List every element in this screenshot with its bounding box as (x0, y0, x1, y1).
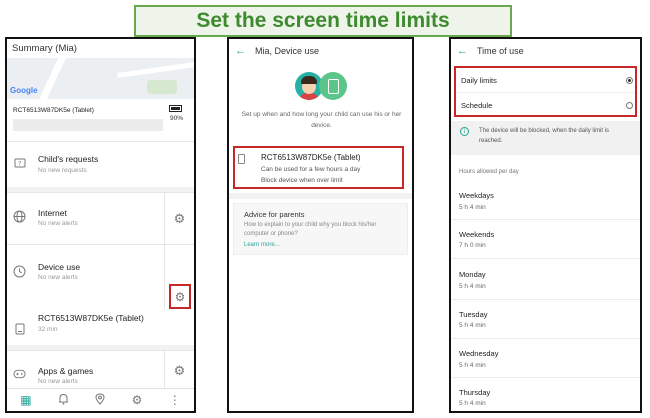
battery-percent: 90% (170, 115, 184, 122)
tablet-icon (238, 154, 245, 164)
device-use-screen: ← Mia, Device use Set up when and how lo… (227, 37, 414, 413)
list-item-childs-requests[interactable]: ? Child's requests No new requests (7, 141, 194, 175)
day-value: 5 h 4 min (459, 362, 486, 369)
gear-icon[interactable]: ⚙ (164, 193, 194, 245)
device-card-usage: Can be used for a few hours a day (261, 166, 361, 173)
bottom-navigation: ▦ ⚙ ⋮ (7, 388, 194, 411)
day-name[interactable]: Monday (459, 270, 486, 279)
advice-text: How to explain to your child why you blo… (244, 222, 377, 237)
page-title: Mia, Device use (255, 46, 320, 56)
svg-text:?: ? (18, 160, 21, 167)
tablet-icon (13, 322, 26, 335)
device-use-settings-gear-icon[interactable]: ⚙ (169, 284, 191, 309)
schedule-radio[interactable] (626, 102, 633, 109)
day-name[interactable]: Thursday (459, 388, 490, 397)
back-arrow-icon[interactable]: ← (457, 45, 469, 57)
device-card-block: Block device when over limit (261, 177, 343, 184)
day-name[interactable]: Weekdays (459, 191, 494, 200)
device-card-title: RCT6513W87DK5e (Tablet) (261, 153, 361, 162)
banner-title: Set the screen time limits (134, 5, 512, 37)
limit-type-options: Daily limits Schedule (454, 66, 637, 117)
location-pin-icon[interactable] (95, 392, 105, 408)
advice-title: Advice for parents (244, 210, 305, 219)
list-item-internet[interactable]: Internet No new alerts ⚙ (7, 192, 194, 245)
map-view[interactable]: Google (7, 58, 194, 99)
list-item-apps-games[interactable]: Apps & games No new alerts ⚙ (7, 350, 194, 391)
day-value: 5 h 4 min (459, 283, 486, 290)
device-use-description: Set up when and how long your child can … (241, 111, 402, 129)
list-item-device-use[interactable]: Device use No new alerts (7, 244, 194, 309)
info-banner: i The device will be blocked, when the d… (451, 121, 640, 155)
learn-more-link[interactable]: Learn more... (244, 242, 280, 248)
summary-title: Summary (Mia) (12, 43, 77, 54)
tablet-avatar-icon (319, 72, 347, 100)
list-item-tablet[interactable]: RCT6513W87DK5e (Tablet) 32 min (7, 308, 194, 341)
day-name[interactable]: Weekends (459, 230, 494, 239)
more-vertical-icon[interactable]: ⋮ (169, 393, 181, 407)
hours-allowed-label: Hours allowed per day (459, 169, 519, 175)
back-arrow-icon[interactable]: ← (235, 45, 247, 57)
gear-icon[interactable]: ⚙ (164, 351, 194, 391)
map-logo: Google (10, 86, 38, 95)
day-value: 7 h 0 min (459, 242, 486, 249)
row-title: Internet (38, 208, 67, 218)
gamepad-icon (13, 367, 26, 380)
device-card[interactable]: RCT6513W87DK5e (Tablet) Can be used for … (233, 146, 404, 189)
info-icon: i (460, 127, 469, 136)
bell-icon[interactable] (58, 393, 69, 408)
device-name: RCT6513W87DK5e (Tablet) (13, 107, 94, 114)
question-bubble-icon: ? (13, 157, 26, 170)
info-text: The device will be blocked, when the dai… (479, 128, 610, 144)
day-name[interactable]: Tuesday (459, 310, 488, 319)
day-value: 5 h 4 min (459, 204, 486, 211)
day-value: 5 h 4 min (459, 322, 486, 329)
row-subtitle: No new alerts (38, 274, 78, 281)
day-name[interactable]: Wednesday (459, 349, 498, 358)
row-subtitle: No new requests (38, 167, 87, 174)
row-title: RCT6513W87DK5e (Tablet) (38, 313, 144, 323)
row-title: Child's requests (38, 154, 99, 164)
page-title: Time of use (477, 46, 524, 56)
row-subtitle: No new alerts (38, 378, 78, 385)
gear-icon[interactable]: ⚙ (132, 393, 143, 407)
time-of-use-header: ← Time of use (451, 39, 640, 63)
device-usage-bar (13, 119, 163, 131)
daily-limits-radio[interactable] (626, 77, 633, 84)
time-of-use-screen: ← Time of use Daily limits Schedule i Th… (449, 37, 642, 413)
option-daily-limits[interactable]: Daily limits (461, 76, 497, 85)
advice-card: Advice for parents How to explain to you… (233, 203, 408, 255)
dashboard-icon[interactable]: ▦ (20, 393, 31, 407)
battery-icon (169, 105, 182, 112)
row-title: Device use (38, 262, 81, 272)
option-schedule[interactable]: Schedule (461, 101, 492, 110)
row-subtitle: 32 min (38, 326, 58, 333)
summary-screen: Summary (Mia) Google RCT6513W87DK5e (Tab… (5, 37, 196, 413)
device-use-header: ← Mia, Device use (229, 39, 412, 63)
globe-icon (13, 210, 26, 223)
clock-icon (13, 265, 26, 278)
row-subtitle: No new alerts (38, 220, 78, 227)
day-value: 5 h 4 min (459, 400, 486, 407)
row-title: Apps & games (38, 366, 94, 376)
